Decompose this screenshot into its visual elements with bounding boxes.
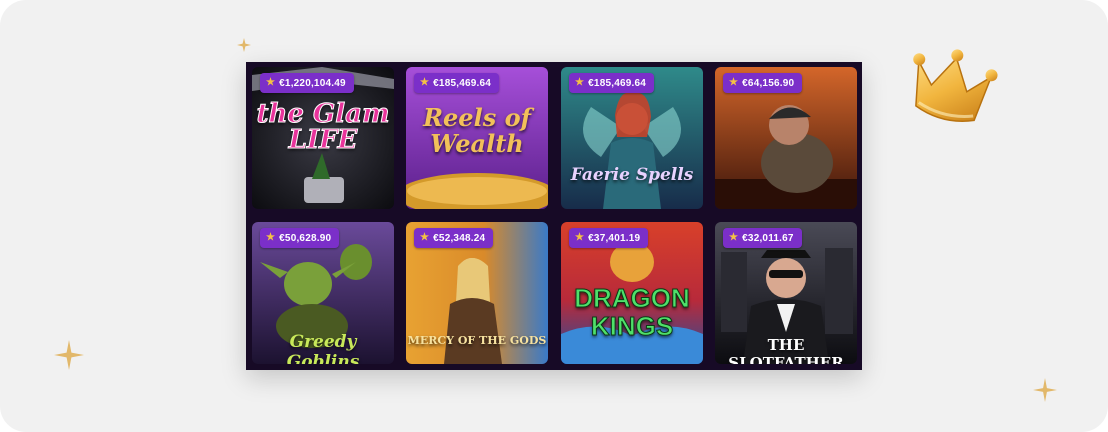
game-title: THE SLOTFATHER: [728, 336, 844, 364]
game-grid: the Glam LIFE ★ €1,220,104.49 Reels of W…: [246, 62, 862, 370]
game-title: Greedy Goblins: [286, 332, 360, 364]
jackpot-amount: €185,469.64: [433, 77, 491, 89]
sparkle-icon: [54, 340, 84, 370]
jackpot-badge: ★ €185,469.64: [414, 73, 499, 93]
jackpot-badge: ★ €64,156.90: [723, 73, 803, 93]
jackpot-badge: ★ €37,401.19: [569, 228, 649, 248]
star-icon: ★: [420, 77, 430, 88]
star-icon: ★: [729, 77, 739, 88]
jackpot-badge: ★ €52,348.24: [414, 228, 494, 248]
game-tile-greedy-goblins[interactable]: Greedy Goblins ★ €50,628.90: [252, 222, 394, 364]
star-icon: ★: [266, 232, 276, 243]
star-icon: ★: [729, 232, 739, 243]
promo-card: the Glam LIFE ★ €1,220,104.49 Reels of W…: [0, 0, 1108, 432]
crown-icon: [913, 49, 998, 122]
jackpot-amount: €52,348.24: [433, 232, 486, 244]
jackpot-amount: €1,220,104.49: [279, 77, 346, 89]
game-title: Faerie Spells: [570, 165, 694, 185]
jackpot-amount: €64,156.90: [742, 77, 795, 89]
game-title: the Glam LIFE: [256, 99, 390, 155]
jackpot-badge: ★ €32,011.67: [723, 228, 802, 248]
jackpot-amount: €37,401.19: [588, 232, 641, 244]
sparkle-icon: [1033, 378, 1057, 402]
game-title: MERCY OF THE GODS: [407, 334, 547, 347]
game-tile-faerie-spells[interactable]: Faerie Spells ★ €185,469.64: [561, 67, 703, 209]
jackpot-amount: €50,628.90: [279, 232, 332, 244]
jackpot-badge: ★ €1,220,104.49: [260, 73, 354, 93]
game-tile-dragon-kings[interactable]: DRAGON KINGS ★ €37,401.19: [561, 222, 703, 364]
star-icon: ★: [575, 77, 585, 88]
jackpot-amount: €32,011.67: [742, 232, 794, 244]
jackpot-amount: €185,469.64: [588, 77, 646, 89]
sparkle-icon: [237, 38, 251, 52]
game-tile-banker[interactable]: ★ €64,156.90: [715, 67, 857, 209]
jackpot-badge: ★ €185,469.64: [569, 73, 654, 93]
game-title: DRAGON KINGS: [574, 283, 691, 341]
game-tile-mercy-of-the-gods[interactable]: MERCY OF THE GODS ★ €52,348.24: [406, 222, 548, 364]
game-tile-glam-life[interactable]: the Glam LIFE ★ €1,220,104.49: [252, 67, 394, 209]
game-tile-reels-of-wealth[interactable]: Reels of Wealth ★ €185,469.64: [406, 67, 548, 209]
star-icon: ★: [575, 232, 585, 243]
game-tile-the-slotfather[interactable]: THE SLOTFATHER ★ €32,011.67: [715, 222, 857, 364]
game-title: Reels of Wealth: [423, 103, 531, 158]
star-icon: ★: [266, 77, 276, 88]
star-icon: ★: [420, 232, 430, 243]
jackpot-badge: ★ €50,628.90: [260, 228, 340, 248]
